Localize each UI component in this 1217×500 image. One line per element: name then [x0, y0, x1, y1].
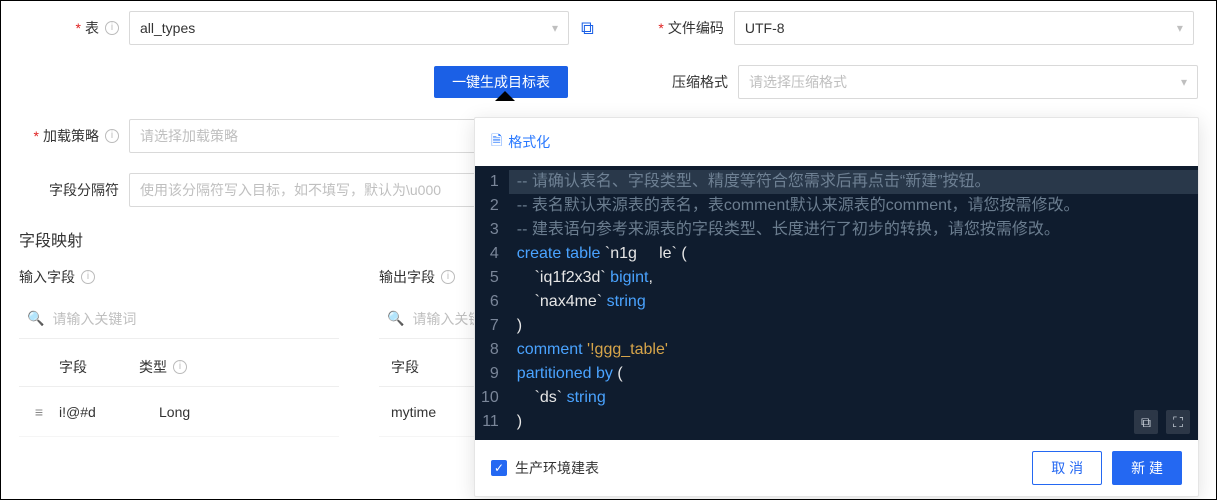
code-area[interactable]: -- 请确认表名、字段类型、精度等符合您需求后再点击“新建”按钮。 -- 表名默… [509, 166, 1198, 440]
encoding-select-value: UTF-8 [745, 20, 785, 36]
table-select-value: all_types [140, 20, 195, 36]
cell-field: i!@#d [59, 404, 159, 420]
table-select[interactable]: all_types ▾ [129, 11, 569, 45]
head-type: 类型i [139, 357, 259, 377]
compress-select[interactable]: 请选择压缩格式 ▾ [738, 65, 1198, 99]
cell-type: Long [159, 404, 279, 420]
highlighted-line [509, 170, 1198, 194]
copy-icon[interactable]: ⧉ [581, 18, 594, 39]
compress-placeholder: 请选择压缩格式 [749, 72, 847, 92]
encoding-label: *文件编码 [634, 18, 734, 38]
load-strategy-placeholder: 请选择加载策略 [140, 126, 238, 146]
info-icon: i [81, 270, 95, 284]
chevron-down-icon: ▾ [1177, 21, 1183, 35]
cancel-button[interactable]: 取 消 [1032, 451, 1102, 485]
info-icon: i [173, 360, 187, 374]
input-fields-label: 输入字段i [19, 267, 339, 287]
input-table-header: 字段 类型i [19, 347, 339, 387]
search-icon: 🔍 [27, 310, 44, 327]
chevron-down-icon: ▾ [1181, 75, 1187, 89]
line-gutter: 1234567891011 [475, 166, 509, 440]
input-search[interactable]: 🔍 [19, 299, 339, 339]
info-icon: i [105, 129, 119, 143]
drag-handle-icon[interactable]: ≡ [19, 404, 59, 420]
info-icon: i [441, 270, 455, 284]
checkbox-label: 生产环境建表 [515, 458, 599, 478]
table-row: ≡ i!@#d Long [19, 387, 339, 437]
input-search-field[interactable] [52, 311, 331, 327]
popover-toolbar: 🗎 格式化 [475, 118, 1198, 166]
sql-editor[interactable]: 1234567891011 -- 请确认表名、字段类型、精度等符合您需求后再点击… [475, 166, 1198, 440]
delimiter-placeholder: 使用该分隔符写入目标，如不填写，默认为\u000 [140, 180, 441, 200]
table-label: *表i [19, 18, 129, 38]
prod-env-checkbox[interactable]: ✓ 生产环境建表 [491, 458, 599, 478]
checkbox-checked-icon: ✓ [491, 460, 507, 476]
compress-label: 压缩格式 [638, 72, 738, 92]
delimiter-label: 字段分隔符 [19, 180, 129, 200]
search-icon: 🔍 [387, 310, 404, 327]
cell-out-field: mytime [391, 404, 436, 420]
format-label: 格式化 [508, 132, 550, 152]
create-table-popover: 🗎 格式化 1234567891011 -- 请确认表名、字段类型、精度等符合您… [474, 117, 1199, 497]
popover-footer: ✓ 生产环境建表 取 消 新 建 [475, 440, 1198, 496]
encoding-select[interactable]: UTF-8 ▾ [734, 11, 1194, 45]
document-icon: 🗎 [491, 130, 502, 154]
create-button[interactable]: 新 建 [1112, 451, 1182, 485]
popover-arrow [495, 91, 515, 101]
info-icon: i [105, 21, 119, 35]
copy-code-icon[interactable]: ⧉ [1134, 410, 1158, 434]
head-field: 字段 [19, 357, 139, 377]
chevron-down-icon: ▾ [552, 21, 558, 35]
load-strategy-label: *加载策略i [19, 126, 129, 146]
format-button[interactable]: 🗎 格式化 [491, 130, 550, 154]
fullscreen-icon[interactable]: ⛶ [1166, 410, 1190, 434]
